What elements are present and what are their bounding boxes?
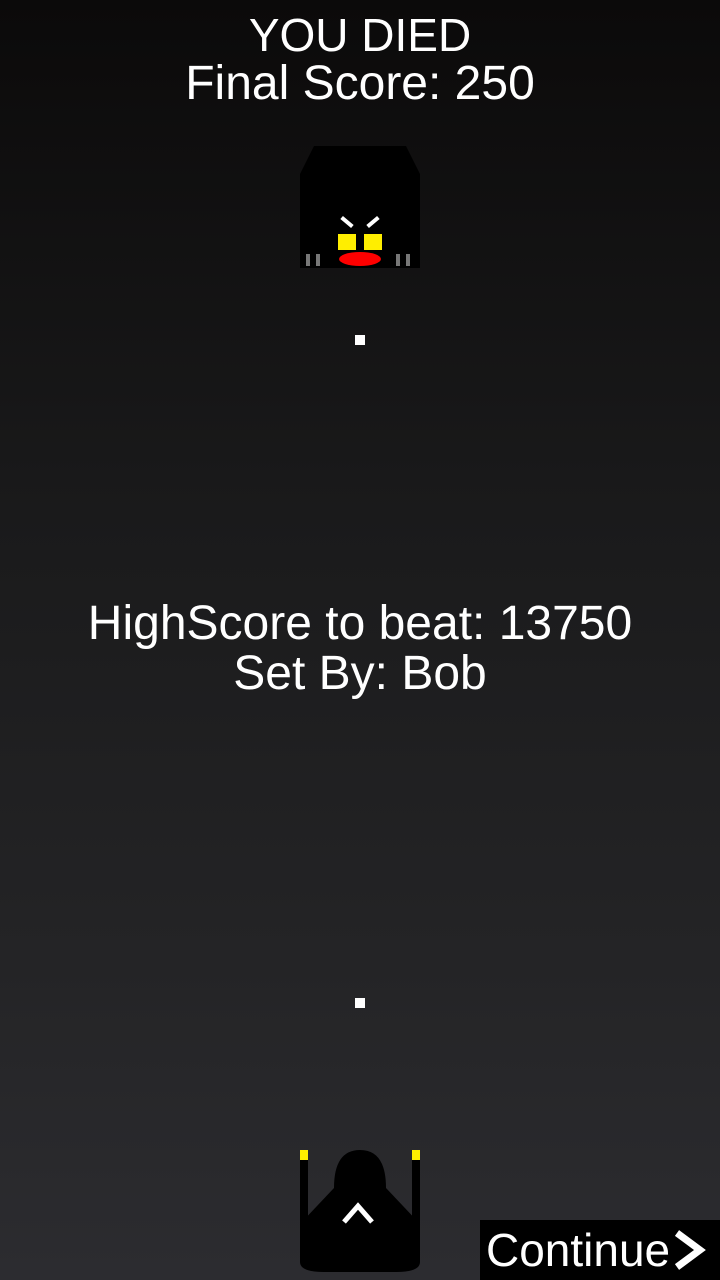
final-score-text: Final Score: 250 xyxy=(185,57,535,110)
continue-button[interactable]: Continue xyxy=(480,1220,720,1280)
player-ship-icon xyxy=(300,1150,420,1272)
enemy-bullet-icon xyxy=(355,335,365,345)
game-over-title: YOU DIED xyxy=(248,9,472,61)
highscore-set-by-text: Set By: Bob xyxy=(233,647,487,700)
chevron-right-icon xyxy=(675,1230,707,1270)
continue-button-label: Continue xyxy=(486,1224,671,1276)
highscore-to-beat-text: HighScore to beat: 13750 xyxy=(87,597,633,650)
player-bullet-icon xyxy=(355,998,365,1008)
enemy-ship-icon xyxy=(300,146,420,268)
